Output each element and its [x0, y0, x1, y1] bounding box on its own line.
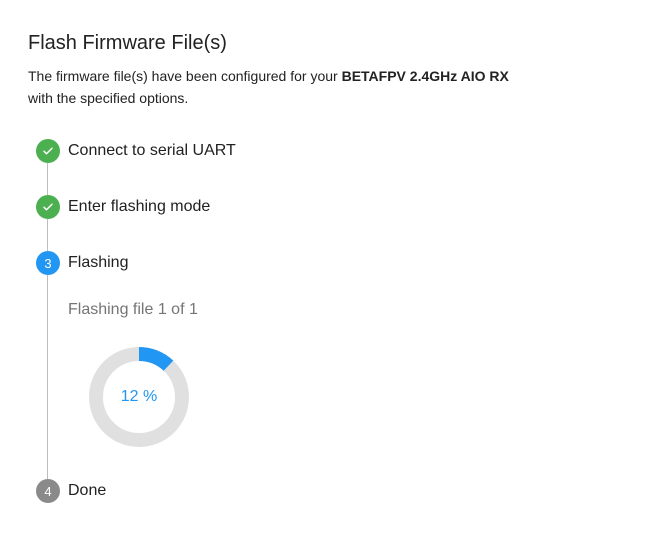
- step-label: Enter flashing mode: [68, 198, 211, 215]
- step-number-badge: 3: [36, 251, 60, 275]
- step-label: Done: [68, 482, 107, 499]
- check-icon: [36, 195, 60, 219]
- progress-percent-label: 12 %: [120, 388, 158, 405]
- dialog-description: The firmware file(s) have been configure…: [28, 65, 628, 109]
- step-label: Flashing: [68, 254, 129, 271]
- step-connector: [47, 275, 48, 479]
- check-icon: [36, 139, 60, 163]
- description-suffix: with the specified options.: [28, 90, 189, 106]
- step-enter-flashing-mode: Enter flashing mode: [36, 195, 210, 219]
- flashing-file-status: Flashing file 1 of 1: [68, 301, 198, 318]
- step-connector: [47, 163, 48, 195]
- circular-progress: 12 %: [89, 347, 189, 447]
- step-number-badge: 4: [36, 479, 60, 503]
- step-connect-serial-uart: Connect to serial UART: [36, 139, 236, 163]
- step-done: 4 Done: [36, 479, 106, 503]
- dialog-title: Flash Firmware File(s): [28, 32, 227, 54]
- step-flashing: 3 Flashing: [36, 251, 128, 275]
- step-label: Connect to serial UART: [68, 142, 236, 159]
- description-prefix: The firmware file(s) have been configure…: [28, 68, 342, 84]
- step-connector: [47, 219, 48, 251]
- device-name: BETAFPV 2.4GHz AIO RX: [341, 68, 509, 84]
